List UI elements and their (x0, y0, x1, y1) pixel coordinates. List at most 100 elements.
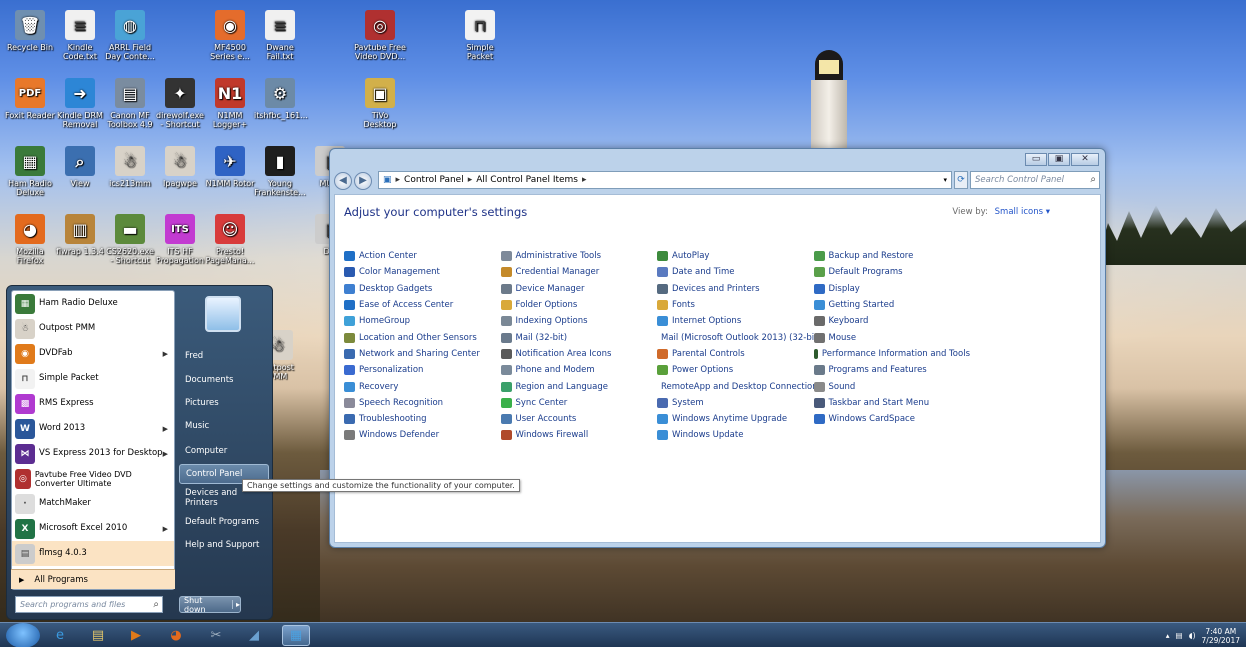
start-program-item[interactable]: ⋈ VS Express 2013 for Desktop ▶ (12, 441, 174, 466)
control-panel-item[interactable]: Administrative Tools (500, 248, 658, 264)
control-panel-item[interactable]: Sync Center (500, 395, 658, 411)
control-panel-item[interactable]: Notification Area Icons (500, 346, 658, 362)
control-panel-item[interactable]: Windows Anytime Upgrade (657, 411, 814, 427)
start-program-item[interactable]: ▦ Ham Radio Deluxe (12, 291, 174, 316)
desktop-icon[interactable]: N1 N1MM Logger+ (204, 78, 256, 129)
start-right-item[interactable]: Fred (179, 346, 269, 366)
control-panel-item[interactable]: HomeGroup (344, 313, 501, 329)
desktop-icon[interactable]: ⚙ itshfbc_161... (254, 78, 308, 120)
forward-icon[interactable]: ▶ (354, 172, 372, 190)
control-panel-item[interactable]: Windows Defender (344, 427, 501, 443)
breadcrumb-control-panel[interactable]: Control Panel (404, 175, 464, 185)
control-panel-item[interactable]: Device Manager (500, 281, 658, 297)
control-panel-item[interactable]: System (657, 395, 814, 411)
control-panel-item[interactable]: Fonts (657, 297, 814, 313)
close-button[interactable]: ✕ (1071, 153, 1099, 166)
control-panel-item[interactable]: Desktop Gadgets (344, 281, 501, 297)
desktop-icon[interactable]: ⊓ Simple Packet (454, 10, 506, 61)
desktop-icon[interactable]: ITS ITS HF Propagation (154, 214, 206, 265)
desktop-icon[interactable]: ⌕ View (54, 146, 106, 188)
shutdown-arrow-icon[interactable]: ▸ (231, 600, 240, 609)
control-panel-item[interactable]: Ease of Access Center (344, 297, 501, 313)
control-panel-item[interactable]: Color Management (344, 264, 501, 280)
all-programs-button[interactable]: ▶ All Programs (11, 569, 175, 589)
desktop-icon[interactable]: ☃ Ipagwpe (154, 146, 206, 188)
control-panel-item[interactable]: Indexing Options (500, 313, 658, 329)
start-program-item[interactable]: ▩ RMS Express (12, 391, 174, 416)
desktop-icon[interactable]: ◕ Mozilla Firefox (4, 214, 56, 265)
desktop-icon[interactable]: 🗑 Recycle Bin (4, 10, 56, 52)
control-panel-item[interactable]: Internet Options (657, 313, 814, 329)
start-program-item[interactable]: ◉ DVDFab ▶ (12, 341, 174, 366)
desktop-icon[interactable]: ✈ N1MM Rotor (204, 146, 256, 188)
refresh-icon[interactable]: ⟳ (954, 171, 968, 189)
control-panel-item[interactable]: Phone and Modem (500, 362, 658, 378)
control-panel-item[interactable]: Taskbar and Start Menu (813, 395, 971, 411)
clock[interactable]: 7:40 AM 7/29/2017 (1202, 627, 1240, 645)
control-panel-item[interactable]: Mail (32-bit) (500, 329, 658, 345)
minimize-button[interactable]: ▭ (1025, 153, 1047, 166)
start-program-item[interactable]: ☃ Outpost PMM (12, 316, 174, 341)
desktop-icon[interactable]: ▦ Ham Radio Deluxe (4, 146, 56, 197)
desktop-icon[interactable]: ▣ TiVo Desktop (354, 78, 406, 129)
control-panel-item[interactable]: User Accounts (500, 411, 658, 427)
control-panel-item[interactable]: Keyboard (813, 313, 971, 329)
start-orb-icon[interactable] (6, 623, 40, 647)
desktop-icon[interactable]: ◎ Pavtube Free Video DVD... (354, 10, 406, 61)
desktop-icon[interactable]: ➜ Kindle DRM Removal (54, 78, 106, 129)
taskbar-app-icon[interactable]: ◕ (162, 625, 190, 646)
control-panel-item[interactable]: RemoteApp and Desktop Connections (657, 378, 822, 394)
taskbar-app-icon[interactable]: ◢ (240, 625, 268, 646)
control-panel-item[interactable]: Backup and Restore (813, 248, 971, 264)
control-panel-item[interactable]: Parental Controls (657, 346, 814, 362)
start-program-item[interactable]: ⊓ Simple Packet (12, 366, 174, 391)
search-icon[interactable]: ⌕ (1090, 174, 1096, 185)
taskbar-app-icon[interactable]: ▦ (282, 625, 310, 646)
back-icon[interactable]: ◀ (334, 172, 352, 190)
control-panel-item[interactable]: Credential Manager (500, 264, 658, 280)
taskbar-app-icon[interactable]: ▶ (122, 625, 150, 646)
control-panel-item[interactable]: Personalization (344, 362, 501, 378)
address-dropdown-icon[interactable]: ▾ (943, 176, 947, 184)
control-panel-item[interactable]: Network and Sharing Center (344, 346, 501, 362)
control-panel-item[interactable]: Getting Started (813, 297, 971, 313)
desktop-icon[interactable]: ☃ ics213mm (104, 146, 156, 188)
desktop-icon[interactable]: ▮ Young Frankenste... (254, 146, 306, 197)
desktop-icon[interactable]: ☺ Presto! PageMana... (204, 214, 256, 265)
control-panel-item[interactable]: Mouse (813, 329, 971, 345)
control-panel-item[interactable]: Action Center (344, 248, 501, 264)
desktop-icon[interactable]: PDF Foxit Reader (4, 78, 56, 120)
start-right-item[interactable]: Help and Support (179, 535, 269, 555)
control-panel-item[interactable]: Programs and Features (813, 362, 971, 378)
start-program-item[interactable]: ▤ flmsg 4.0.3 (12, 541, 174, 566)
control-panel-item[interactable]: Windows Update (657, 427, 814, 443)
control-panel-item[interactable]: AutoPlay (657, 248, 814, 264)
desktop-icon[interactable]: ▥ flwrap 1.3.4 (54, 214, 106, 256)
control-panel-item[interactable]: Region and Language (500, 378, 658, 394)
desktop-icon[interactable]: ◉ MF4500 Series e... (204, 10, 256, 61)
start-right-item[interactable]: Documents (179, 370, 269, 390)
desktop-icon[interactable]: ≡ Dwane Fail.txt (254, 10, 306, 61)
desktop-icon[interactable]: ✦ direwolf.exe - Shortcut (154, 78, 206, 129)
start-right-item[interactable]: Default Programs (179, 512, 269, 532)
control-panel-item[interactable]: Mail (Microsoft Outlook 2013) (32-bit) (657, 329, 821, 345)
start-right-item[interactable]: Computer (179, 441, 269, 461)
control-panel-item[interactable]: Folder Options (500, 297, 658, 313)
control-panel-item[interactable]: Performance Information and Tools (813, 346, 970, 362)
start-search-input[interactable]: Search programs and files ⌕ (15, 596, 163, 613)
taskbar-app-icon[interactable]: e (46, 625, 74, 646)
control-panel-item[interactable]: Display (813, 281, 971, 297)
desktop-icon[interactable]: ▤ Canon MF Toolbox 4.9 (104, 78, 156, 129)
start-program-item[interactable]: W Word 2013 ▶ (12, 416, 174, 441)
start-program-item[interactable]: X Microsoft Excel 2010 ▶ (12, 516, 174, 541)
network-icon[interactable]: ▤ (1176, 631, 1183, 640)
desktop-icon[interactable]: ◍ ARRL Field Day Conte... (104, 10, 156, 61)
control-panel-item[interactable]: Recovery (344, 378, 501, 394)
desktop-icon[interactable]: ≡ Kindle Code.txt (54, 10, 106, 61)
control-panel-item[interactable]: Date and Time (657, 264, 814, 280)
submenu-arrow-icon[interactable]: ▶ (163, 525, 168, 533)
control-panel-item[interactable]: Sound (813, 378, 971, 394)
address-bar[interactable]: ▣ ▸ Control Panel ▸ All Control Panel It… (378, 171, 952, 189)
control-panel-item[interactable]: Devices and Printers (657, 281, 814, 297)
shutdown-button[interactable]: Shut down ▸ (179, 596, 241, 614)
